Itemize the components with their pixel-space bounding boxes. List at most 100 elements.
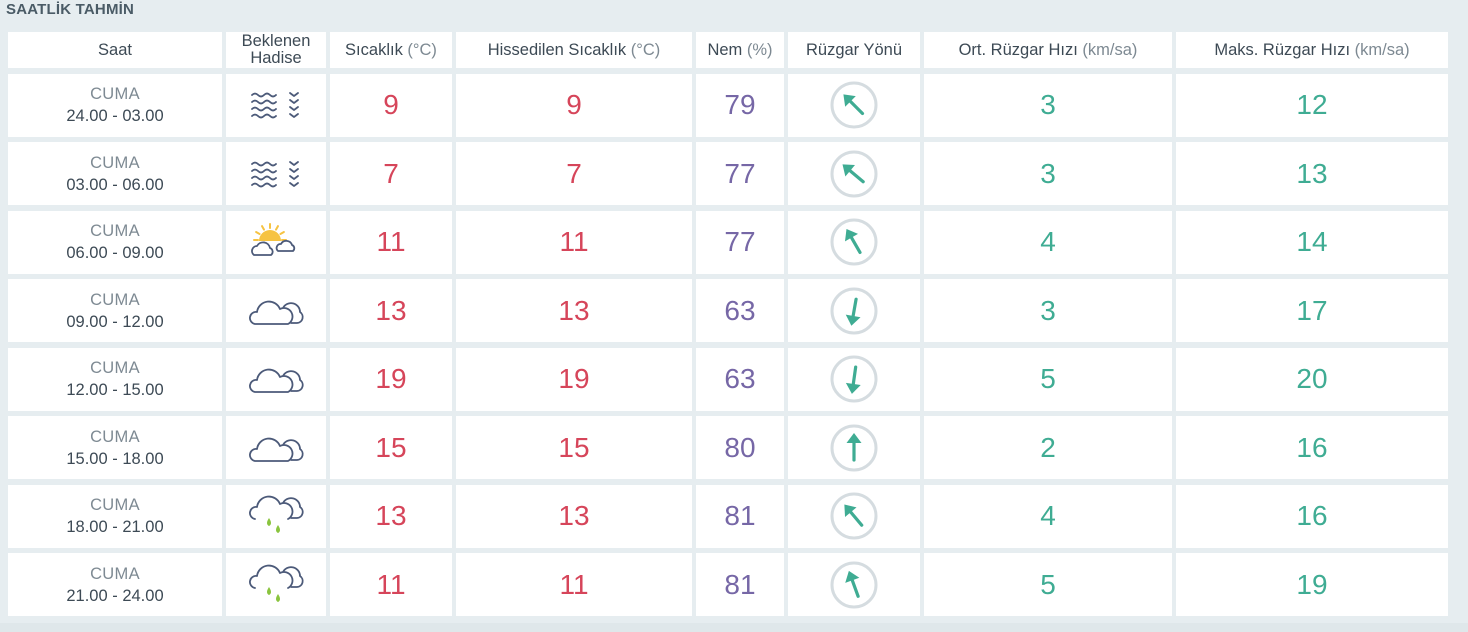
weather-event-cell (226, 553, 326, 616)
wind-direction-arrow-icon (828, 353, 880, 405)
header-feels-unit: (°C) (630, 40, 661, 59)
avg-wind-value: 4 (1040, 500, 1056, 531)
time-range: 06.00 - 09.00 (66, 244, 164, 262)
avg-wind-cell: 3 (924, 73, 1172, 137)
avg-wind-value: 3 (1040, 89, 1056, 120)
avg-wind-value: 2 (1040, 431, 1056, 463)
avg-wind-cell: 4 (924, 210, 1172, 274)
feels-like-cell: 13 (456, 484, 692, 548)
wind-direction-cell (788, 347, 920, 411)
temperature-value: 11 (376, 226, 406, 257)
rain-icon (247, 494, 305, 538)
wind-direction-arrow-icon (828, 490, 880, 542)
temperature-value: 9 (383, 89, 399, 120)
day-label: CUMA (90, 427, 140, 446)
header-event: Beklenen Hadise (226, 32, 326, 68)
temperature-value: 13 (375, 294, 407, 326)
wind-direction-arrow-icon (828, 148, 880, 200)
time-range: 24.00 - 03.00 (66, 107, 164, 125)
humidity-value: 77 (724, 157, 756, 189)
wind-direction-cell (788, 210, 920, 274)
weather-event-cell (226, 210, 326, 274)
temperature-value: 7 (383, 157, 399, 189)
humidity-value: 81 (724, 500, 756, 531)
feels-like-cell: 13 (456, 279, 692, 342)
time-cell: CUMA 03.00 - 06.00 (8, 142, 222, 205)
weather-event-cell (226, 347, 326, 411)
humidity-cell: 77 (696, 210, 784, 274)
humidity-value: 63 (724, 294, 756, 326)
humidity-cell: 63 (696, 347, 784, 411)
temperature-value: 19 (375, 363, 407, 394)
section-title: SAATLİK TAHMİN (6, 1, 135, 18)
weather-event-cell (226, 73, 326, 137)
time-range: 09.00 - 12.00 (66, 312, 164, 331)
header-event-line1: Beklenen (241, 32, 311, 50)
feels-like-value: 13 (558, 500, 590, 531)
header-max-wind-label: Maks. Rüzgar Hızı (1214, 40, 1351, 59)
time-range: 03.00 - 06.00 (66, 175, 164, 194)
temperature-cell: 19 (330, 347, 452, 411)
hourly-forecast-table: Saat Beklenen Hadise Sıcaklık (°C) Hisse… (8, 32, 1448, 616)
wind-direction-arrow-icon (828, 422, 880, 474)
avg-wind-value: 3 (1040, 157, 1056, 189)
rain-icon (247, 563, 305, 607)
max-wind-value: 13 (1296, 157, 1328, 189)
wind-direction-arrow-icon (828, 216, 880, 268)
time-range: 18.00 - 21.00 (66, 518, 164, 536)
avg-wind-value: 5 (1040, 568, 1056, 600)
max-wind-value: 17 (1296, 294, 1328, 326)
header-temp-label: Sıcaklık (345, 40, 403, 59)
avg-wind-cell: 3 (924, 142, 1172, 205)
max-wind-cell: 17 (1176, 279, 1448, 342)
avg-wind-cell: 2 (924, 416, 1172, 479)
header-wind-dir-label: Rüzgar Yönü (805, 40, 902, 59)
wind-direction-cell (788, 553, 920, 616)
time-cell: CUMA 15.00 - 18.00 (8, 416, 222, 479)
fog-icon (248, 154, 304, 194)
max-wind-value: 14 (1296, 226, 1328, 257)
feels-like-value: 13 (558, 294, 590, 326)
humidity-value: 77 (724, 226, 756, 257)
header-feels-label: Hissedilen Sıcaklık (487, 40, 627, 59)
humidity-cell: 77 (696, 142, 784, 205)
humidity-cell: 79 (696, 73, 784, 137)
max-wind-cell: 20 (1176, 347, 1448, 411)
temperature-cell: 9 (330, 73, 452, 137)
humidity-cell: 63 (696, 279, 784, 342)
weather-event-cell (226, 416, 326, 479)
avg-wind-cell: 4 (924, 484, 1172, 548)
time-cell: CUMA 24.00 - 03.00 (8, 73, 222, 137)
weather-event-cell (226, 484, 326, 548)
feels-like-value: 15 (558, 431, 590, 463)
day-label: CUMA (90, 496, 140, 514)
cloudy-icon (247, 294, 305, 328)
header-temp-unit: (°C) (407, 40, 437, 59)
humidity-value: 80 (724, 431, 756, 463)
wind-direction-arrow-icon (828, 79, 880, 131)
weather-event-cell (226, 279, 326, 342)
feels-like-value: 11 (559, 568, 589, 600)
humidity-cell: 80 (696, 416, 784, 479)
header-avg-wind-unit: (km/sa) (1082, 40, 1138, 59)
wind-direction-cell (788, 73, 920, 137)
wind-direction-arrow-icon (828, 559, 880, 611)
max-wind-cell: 16 (1176, 416, 1448, 479)
header-humidity-unit: (%) (746, 40, 773, 59)
day-label: CUMA (90, 85, 140, 103)
avg-wind-cell: 3 (924, 279, 1172, 342)
weather-event-cell (226, 142, 326, 205)
header-feels: Hissedilen Sıcaklık (°C) (456, 32, 692, 68)
max-wind-value: 16 (1296, 500, 1328, 531)
temperature-cell: 7 (330, 142, 452, 205)
header-max-wind: Maks. Rüzgar Hızı (km/sa) (1176, 32, 1448, 68)
header-humidity-label: Nem (707, 40, 743, 59)
max-wind-cell: 19 (1176, 553, 1448, 616)
day-label: CUMA (90, 222, 140, 240)
humidity-value: 63 (724, 363, 756, 394)
wind-direction-arrow-icon (828, 285, 880, 337)
avg-wind-cell: 5 (924, 553, 1172, 616)
day-label: CUMA (90, 564, 140, 583)
feels-like-cell: 15 (456, 416, 692, 479)
temperature-value: 13 (375, 500, 407, 531)
